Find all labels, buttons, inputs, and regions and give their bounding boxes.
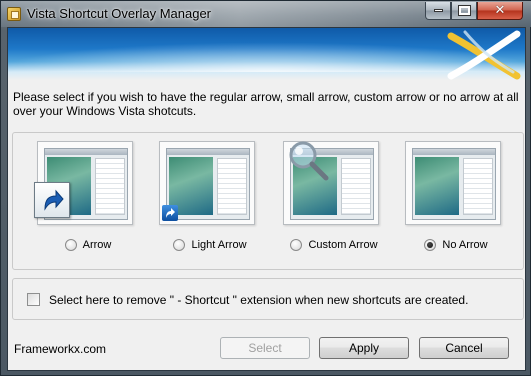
- app-window: Vista Shortcut Overlay Manager ✕ Please …: [0, 0, 531, 376]
- dialog-body: Please select if you wish to have the re…: [7, 27, 526, 371]
- extension-option-group: Select here to remove " - Shortcut " ext…: [12, 278, 524, 320]
- maximize-button[interactable]: [451, 2, 477, 20]
- radio-custom-arrow[interactable]: Custom Arrow: [279, 237, 389, 253]
- frameworkx-link[interactable]: Frameworkx.com: [14, 342, 106, 356]
- custom-arrow-preview: [283, 141, 379, 225]
- header-banner: [8, 28, 525, 80]
- radio-label: Light Arrow: [191, 239, 247, 251]
- remove-shortcut-extension-checkbox[interactable]: [27, 293, 40, 306]
- radio-button[interactable]: [173, 239, 186, 251]
- option-no-arrow[interactable]: No Arrow: [401, 141, 511, 269]
- option-arrow[interactable]: Arrow: [33, 141, 143, 269]
- app-icon: [7, 7, 21, 21]
- no-arrow-preview: [405, 141, 501, 225]
- maximize-icon: [457, 5, 471, 16]
- small-shortcut-arrow-icon: [162, 205, 178, 221]
- frameworkx-logo-icon: [447, 30, 521, 80]
- arrow-preview: [34, 141, 133, 225]
- title-bar[interactable]: Vista Shortcut Overlay Manager ✕: [1, 1, 531, 27]
- arrow-style-group: Arrow Light Arrow Custom Arrow No Arrow: [12, 132, 524, 270]
- light-arrow-preview: [159, 141, 255, 225]
- window-title: Vista Shortcut Overlay Manager: [27, 6, 212, 21]
- minimize-icon: [433, 9, 443, 12]
- instructions-text: Please select if you wish to have the re…: [13, 90, 519, 118]
- apply-button[interactable]: Apply: [319, 337, 409, 359]
- close-button[interactable]: ✕: [477, 2, 523, 20]
- radio-label: Arrow: [82, 239, 112, 251]
- radio-arrow[interactable]: Arrow: [33, 237, 143, 253]
- option-custom-arrow[interactable]: Custom Arrow: [279, 141, 389, 269]
- radio-label: No Arrow: [442, 239, 488, 251]
- close-icon: ✕: [494, 3, 506, 18]
- radio-button[interactable]: [64, 239, 77, 251]
- select-button[interactable]: Select: [220, 337, 310, 359]
- magnifier-icon: [289, 141, 329, 181]
- option-light-arrow[interactable]: Light Arrow: [155, 141, 265, 269]
- radio-label: Custom Arrow: [308, 239, 378, 251]
- shortcut-arrow-icon: [34, 182, 70, 218]
- remove-shortcut-extension-label[interactable]: Select here to remove " - Shortcut " ext…: [49, 293, 468, 307]
- radio-button-selected[interactable]: [424, 239, 437, 251]
- radio-button[interactable]: [290, 239, 303, 251]
- radio-light-arrow[interactable]: Light Arrow: [155, 237, 265, 253]
- radio-no-arrow[interactable]: No Arrow: [401, 237, 511, 253]
- minimize-button[interactable]: [425, 2, 451, 20]
- cancel-button[interactable]: Cancel: [419, 337, 509, 359]
